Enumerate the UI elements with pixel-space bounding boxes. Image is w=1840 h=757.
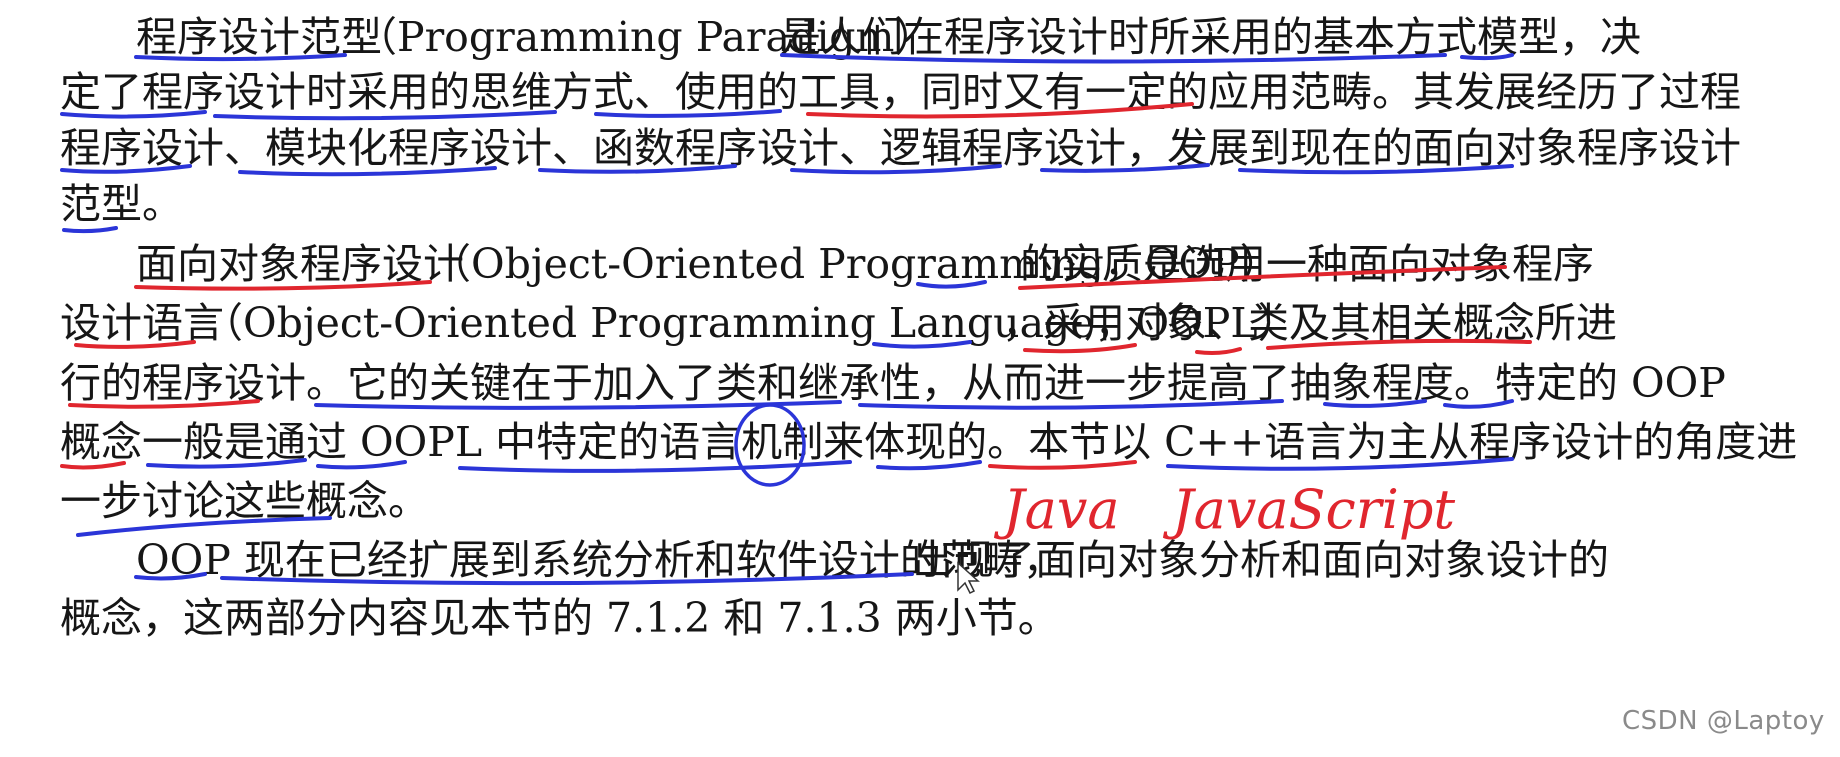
text-fragment: 概念一般是通过 OOPL 中特定的语言机制来体现的。本节以 C++语言为主从程序… — [60, 418, 1798, 466]
text-fragment: 程序设计范型 — [136, 13, 382, 61]
text-fragment: ，采用对象、类及其相关概念所进 — [1002, 299, 1617, 347]
text-fragment: 设计语言 — [60, 299, 224, 347]
text-fragment: 一步讨论这些概念。 — [60, 477, 429, 525]
text-fragment: 的实质是选用一种面向对象程序 — [1020, 240, 1594, 288]
page: { "document": { "lines": [ {"segments": … — [0, 0, 1840, 757]
text-fragment: 出现了面向对象分析和面向对象设计的 — [912, 536, 1609, 584]
text-fragment: 范型。 — [60, 180, 183, 228]
text-fragment: 程序设计、模块化程序设计、函数程序设计、逻辑程序设计，发展到现在的面向对象程序设… — [60, 124, 1741, 172]
text-fragment: 面向对象程序设计 — [136, 240, 464, 288]
text-fragment: 是人们在程序设计时所采用的基本方式模型，决 — [780, 13, 1641, 61]
text-fragment: 定了程序设计时采用的思维方式、使用的工具，同时又有一定的应用范畴。其发展经历了过… — [60, 68, 1741, 116]
text-fragment: 行的程序设计。它的关键在于加入了类和继承性，从而进一步提高了抽象程度。特定的 O… — [60, 359, 1726, 407]
watermark: CSDN @Laptoy — [1622, 706, 1825, 736]
text-fragment: 概念，这两部分内容见本节的 7.1.2 和 7.1.3 两小节。 — [60, 594, 1059, 642]
